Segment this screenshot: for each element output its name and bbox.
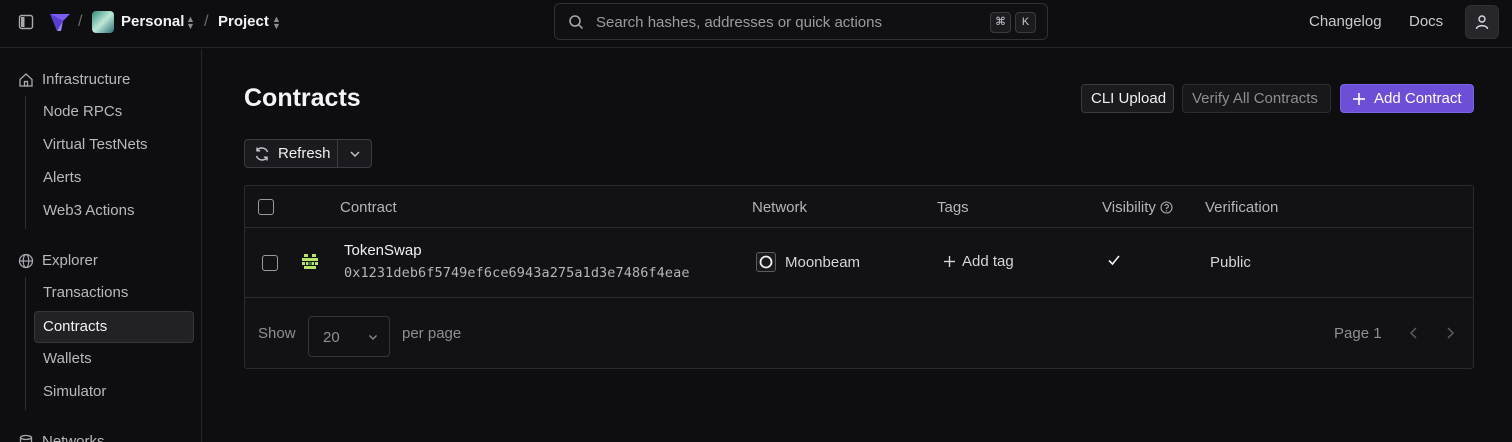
next-page-icon[interactable] [1443,326,1457,340]
refresh-button-group: Refresh [244,139,372,168]
top-bar: / Personal ▲ ▼ / Project ▲ ▼ Search hashes… [0,0,1512,48]
column-header-tags[interactable]: Tags [937,199,969,216]
sidebar-item-simulator[interactable]: Simulator [34,376,194,408]
table-pagination: Show 20 per page Page 1 [245,299,1473,369]
page-title: Contracts [244,84,361,112]
column-header-verification[interactable]: Verification [1205,199,1278,216]
chevron-down-icon [368,332,378,342]
contract-address[interactable]: 0x1231deb6f5749ef6ce6943a275a1d3e7486f4e… [344,265,690,281]
home-icon [18,72,34,88]
shortcut-cmd-key: ⌘ [990,12,1011,33]
sidebar-item-alerts[interactable]: Alerts [34,162,194,194]
section-guide-line [25,277,26,410]
chevron-down-icon [349,148,361,160]
per-page-label: per page [402,325,462,342]
contract-name-link[interactable]: TokenSwap [344,242,422,259]
column-header-visibility[interactable]: Visibility [1102,199,1156,216]
column-header-network[interactable]: Network [752,199,807,216]
project-name[interactable]: Project [218,13,269,30]
breadcrumb-separator: / [78,13,83,30]
sidebar-section-label: Infrastructure [42,71,131,88]
help-circle-icon[interactable] [1160,201,1173,214]
network-name: Moonbeam [785,254,861,271]
sidebar-item-wallets[interactable]: Wallets [34,343,194,375]
select-all-checkbox[interactable] [258,199,274,215]
moonbeam-network-icon [756,252,776,272]
table-row[interactable]: TokenSwap 0x1231deb6f5749ef6ce6943a275a1… [245,228,1473,298]
sidebar-section-label: Networks [42,433,105,442]
plus-icon [1352,92,1366,106]
plus-icon [943,255,956,268]
changelog-link[interactable]: Changelog [1309,13,1382,30]
refresh-label: Refresh [278,145,331,162]
per-page-select[interactable]: 20 [308,316,390,357]
refresh-icon [254,146,270,162]
sidebar-item-web3-actions[interactable]: Web3 Actions [34,195,194,227]
add-contract-button[interactable]: Add Contract [1340,84,1474,113]
sidebar-item-node-rpcs[interactable]: Node RPCs [34,96,194,128]
search-bar[interactable]: Search hashes, addresses or quick action… [554,3,1048,40]
search-input[interactable]: Search hashes, addresses or quick action… [596,14,882,31]
contracts-table: Contract Network Tags Visibility Verific… [244,185,1474,369]
user-icon [1474,14,1490,30]
database-icon [18,434,34,442]
table-header: Contract Network Tags Visibility Verific… [245,186,1473,228]
globe-icon [18,253,34,269]
column-header-contract[interactable]: Contract [340,199,397,216]
previous-page-icon[interactable] [1407,326,1421,340]
docs-link[interactable]: Docs [1409,13,1443,30]
shortcut-k-key: K [1015,12,1036,33]
breadcrumb-separator: / [204,13,209,30]
show-label: Show [258,325,296,342]
cli-upload-button[interactable]: CLI Upload [1081,84,1174,113]
refresh-button[interactable]: Refresh [245,140,338,167]
sidebar-item-transactions[interactable]: Transactions [34,277,194,309]
tenderly-logo-icon[interactable] [49,11,71,33]
add-contract-label: Add Contract [1374,90,1462,107]
verification-status: Public [1210,254,1251,271]
refresh-options-button[interactable] [338,140,371,167]
sidebar: Infrastructure Node RPCs Virtual TestNet… [0,49,202,442]
section-guide-line [25,96,26,229]
sidebar-toggle-icon[interactable] [18,14,34,30]
sidebar-section-label: Explorer [42,252,98,269]
contract-identicon-icon [301,253,319,271]
add-tag-label: Add tag [962,253,1014,270]
page-indicator: Page 1 [1334,325,1382,342]
sidebar-item-virtual-testnets[interactable]: Virtual TestNets [34,129,194,161]
checkmark-icon [1107,253,1121,267]
workspace-switch-icon[interactable]: ▲ ▼ [186,15,195,31]
sidebar-item-contracts[interactable]: Contracts [34,311,194,343]
row-checkbox[interactable] [262,255,278,271]
project-switch-icon[interactable]: ▲ ▼ [272,15,281,31]
search-icon [568,14,584,30]
user-menu-button[interactable] [1465,5,1499,39]
workspace-name[interactable]: Personal [121,13,184,30]
workspace-avatar[interactable] [92,11,114,33]
verify-all-contracts-button[interactable]: Verify All Contracts [1182,84,1331,113]
per-page-value: 20 [323,329,340,346]
